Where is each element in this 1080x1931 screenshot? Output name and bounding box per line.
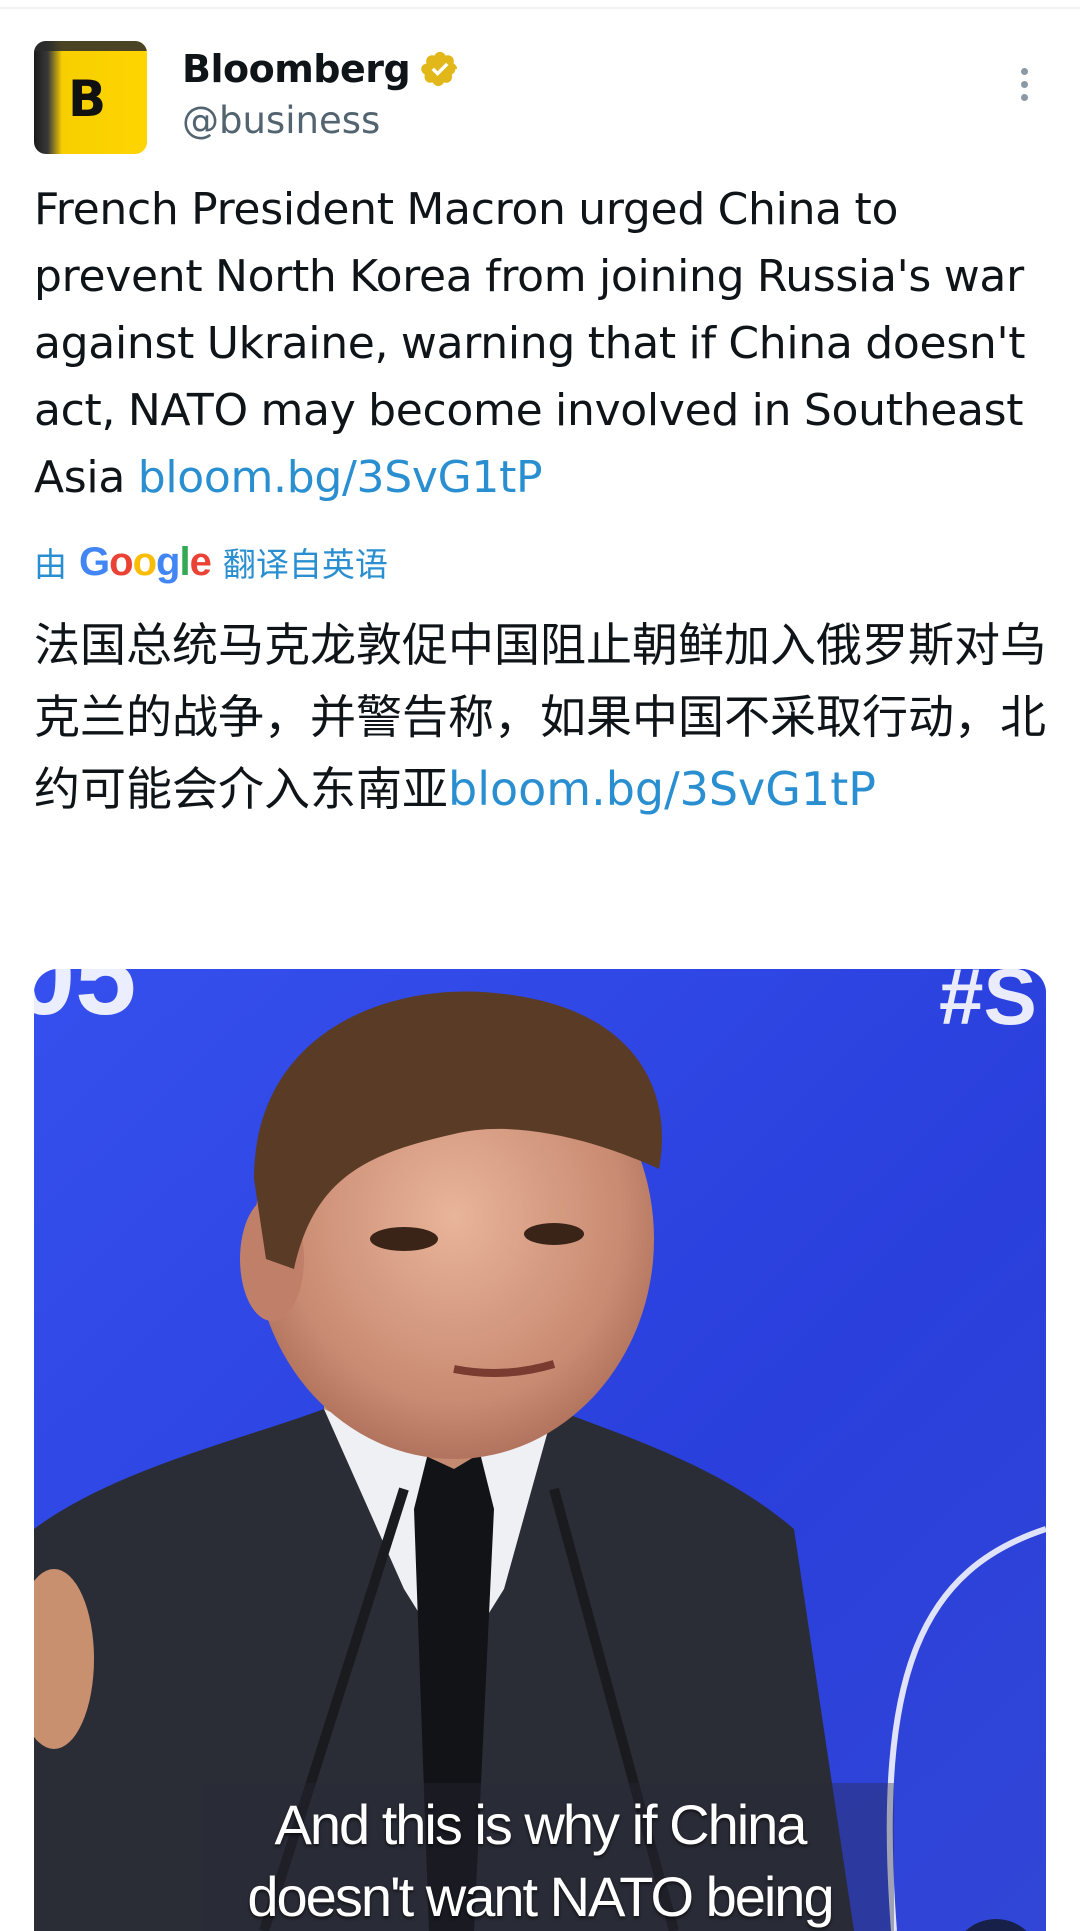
name-row: Bloomberg [182, 46, 460, 92]
video-subtitle: And this is why if China doesn't want NA… [34, 1789, 1046, 1931]
tweet-link[interactable]: bloom.bg/3SvG1tP [138, 452, 543, 503]
avatar-letter: B [68, 70, 107, 128]
verified-badge-icon [421, 51, 458, 87]
top-divider [0, 7, 1080, 9]
tweet-text: French President Macron urged China to p… [34, 176, 1046, 511]
translation-attribution[interactable]: 由 Google 翻译自英语 [34, 537, 388, 587]
stage-text-left: 05 [34, 969, 136, 1038]
tweet-header: B Bloomberg @business [34, 40, 1046, 156]
avatar[interactable]: B [34, 41, 147, 154]
subtitle-line-2: doesn't want NATO being [247, 1865, 834, 1928]
translated-text: 法国总统马克龙敦促中国阻止朝鲜加入俄罗斯对乌克兰的战争，并警告称，如果中国不采取… [34, 609, 1046, 825]
video-player[interactable]: 05 #S And this is why if China doesn't w… [34, 969, 1046, 1931]
translated-link[interactable]: bloom.bg/3SvG1tP [448, 762, 876, 816]
display-name[interactable]: Bloomberg [182, 46, 411, 92]
google-logo: Google [79, 539, 212, 584]
user-handle[interactable]: @business [182, 98, 380, 144]
more-options-icon[interactable] [1014, 68, 1034, 108]
translation-suffix: 翻译自英语 [222, 545, 388, 584]
translation-prefix: 由 [34, 545, 67, 584]
subtitle-line-1: And this is why if China [274, 1793, 808, 1856]
stage-text-right: #S [939, 969, 1037, 1041]
